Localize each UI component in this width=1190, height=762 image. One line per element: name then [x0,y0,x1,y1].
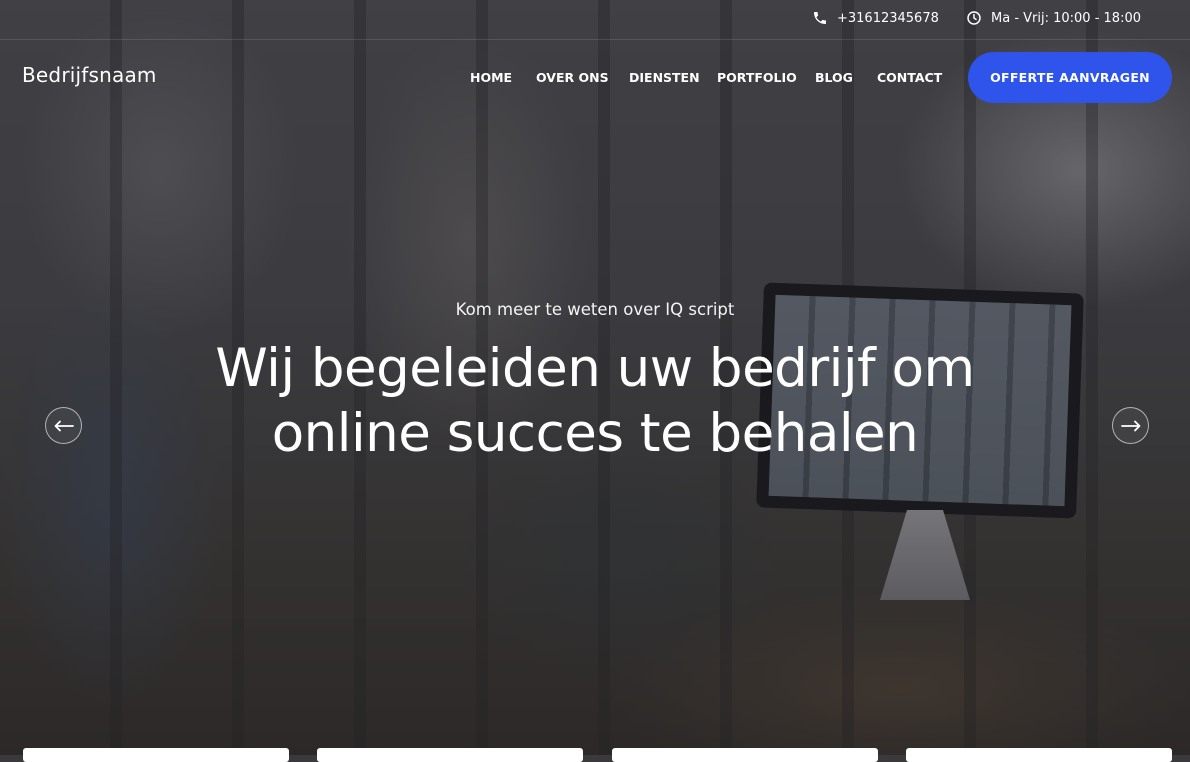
opening-hours-text: Ma - Vrij: 10:00 - 18:00 [991,10,1141,26]
hero-headline-line-2: online succes te behalen [271,403,919,464]
arrow-left-icon [54,420,74,431]
top-info-bar: +31612345678 Ma - Vrij: 10:00 - 18:00 [0,0,1190,40]
feature-card [317,748,583,762]
feature-card [906,748,1172,762]
hero-kicker: Kom meer te weten over IQ script [455,300,735,319]
site-logo[interactable]: Bedrijfsnaam [22,63,157,87]
arrow-right-icon [1120,420,1140,431]
nav-contact[interactable]: CONTACT [877,70,942,85]
slider-prev-button[interactable] [45,407,82,444]
phone-icon [814,12,826,24]
feature-card [23,748,289,762]
hero-headline-line-1: Wij begeleiden uw bedrijf om [215,338,975,399]
clock-icon [967,11,981,25]
phone-contact[interactable]: +31612345678 [812,10,939,26]
nav-portfolio[interactable]: PORTFOLIO [717,70,797,85]
nav-diensten[interactable]: DIENSTEN [629,70,700,85]
nav-blog[interactable]: BLOG [815,70,853,85]
slider-next-button[interactable] [1112,407,1149,444]
nav-over-ons[interactable]: OVER ONS [536,70,609,85]
phone-number: +31612345678 [837,10,939,26]
opening-hours: Ma - Vrij: 10:00 - 18:00 [966,10,1141,26]
hero-headline: Wij begeleiden uw bedrijf om online succ… [0,336,1190,466]
request-quote-button[interactable]: OFFERTE AANVRAGEN [968,52,1172,103]
nav-home[interactable]: HOME [470,70,512,85]
feature-card [612,748,878,762]
